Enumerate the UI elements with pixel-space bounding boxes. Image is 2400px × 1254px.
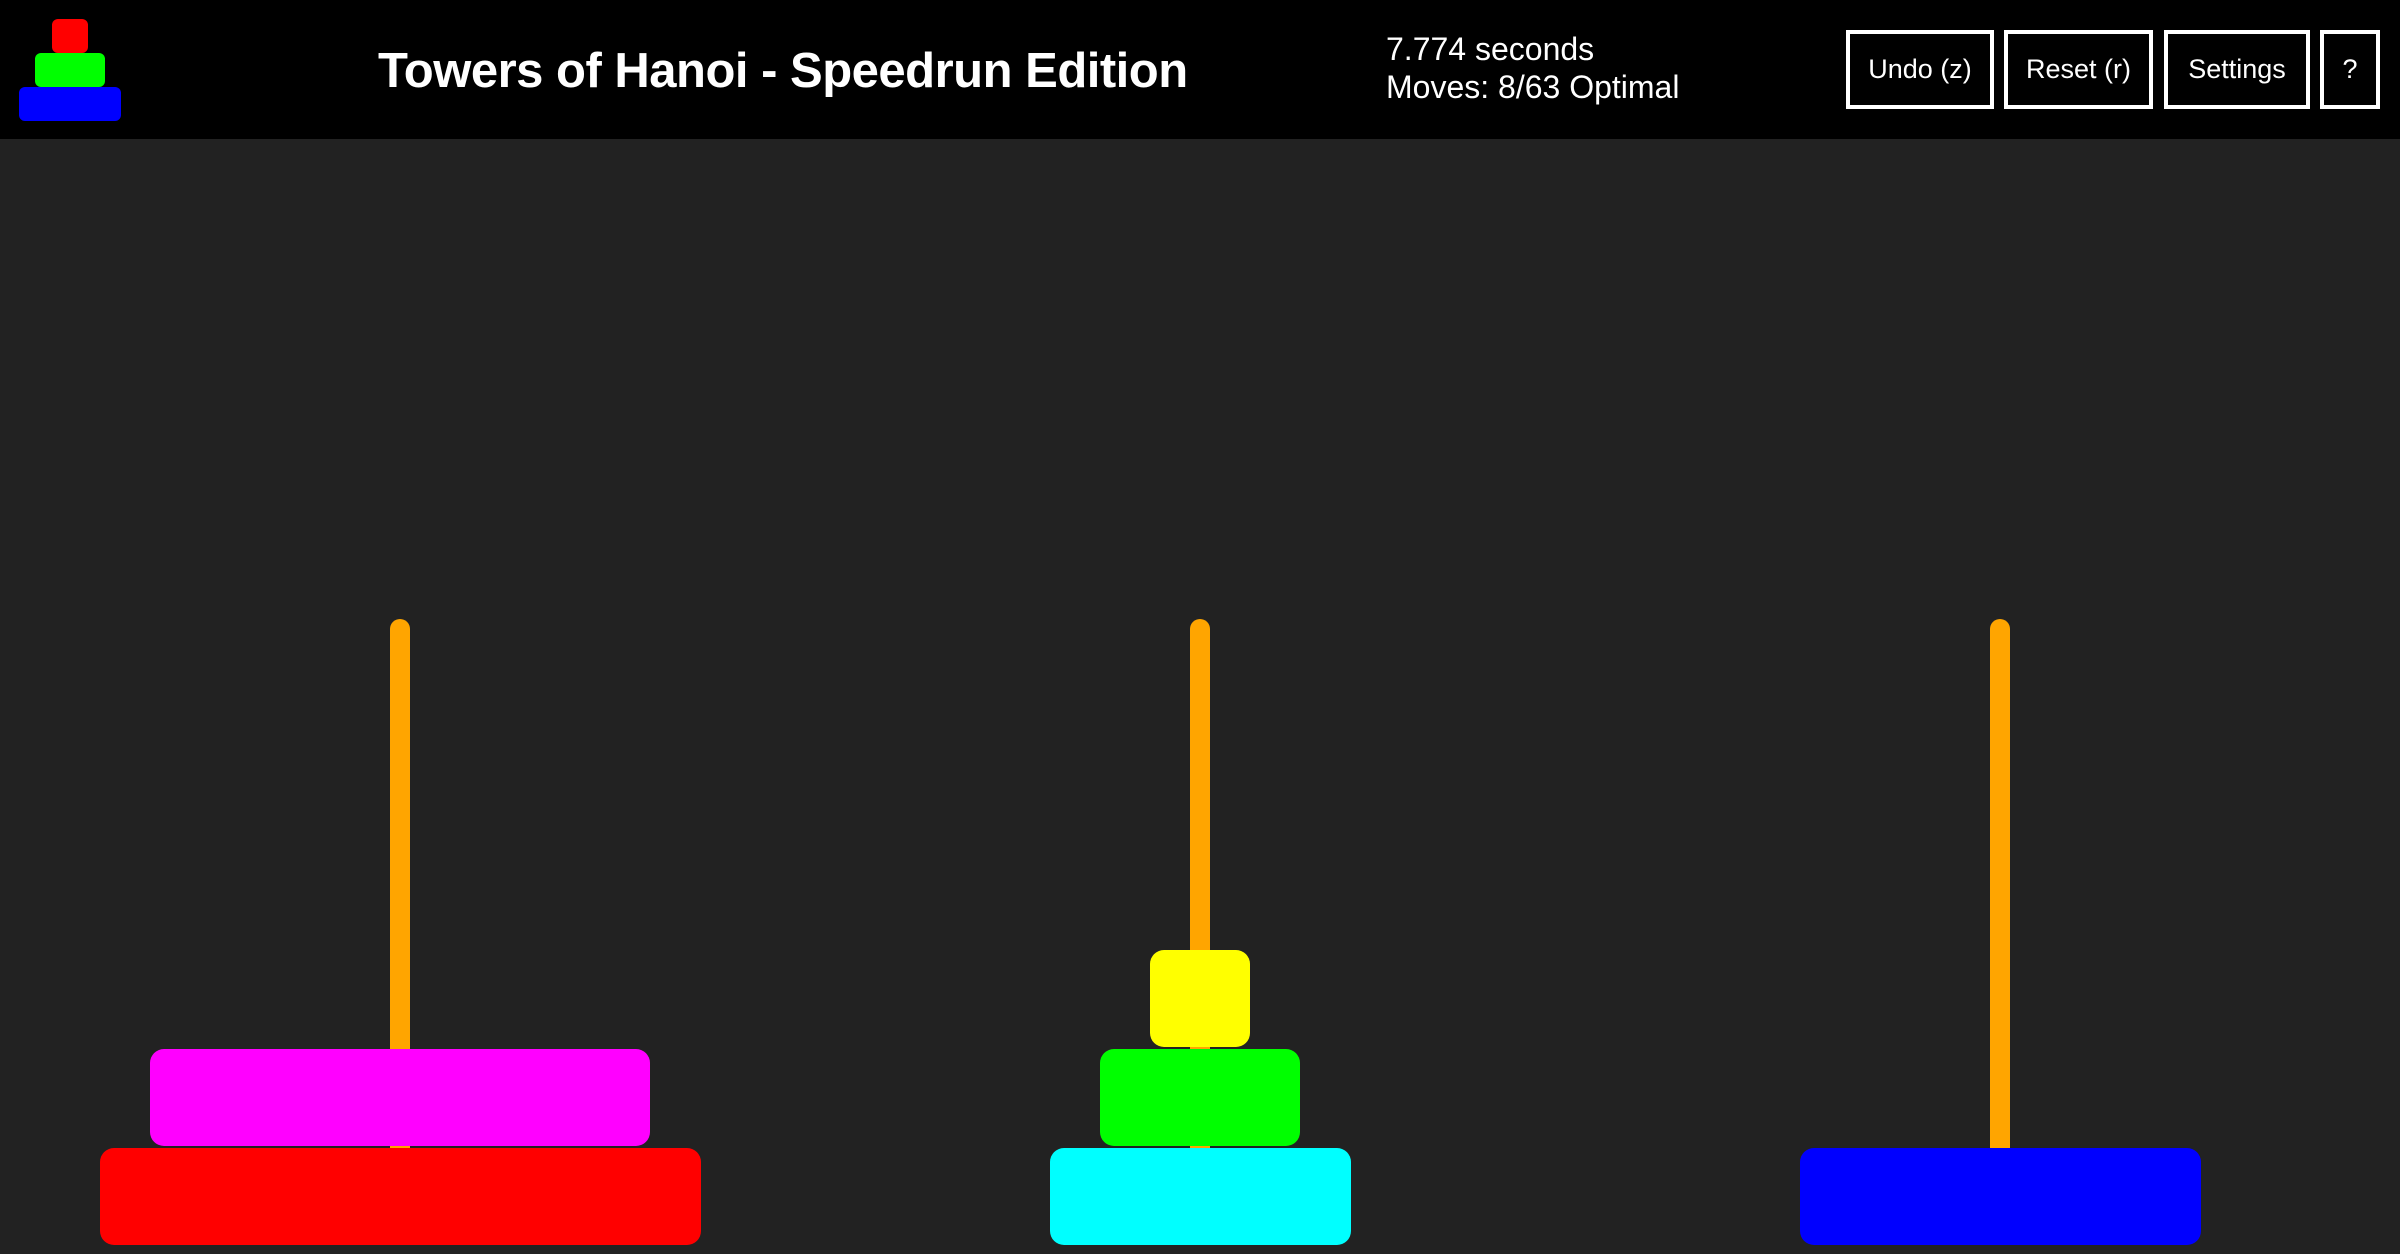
logo-block-middle [35,53,105,87]
peg-middle[interactable] [1190,619,1210,1239]
reset-button[interactable]: Reset (r) [2004,30,2153,109]
header-bar: Towers of Hanoi - Speedrun Edition 7.774… [0,0,2400,139]
disk-right-1[interactable] [1799,1148,2201,1245]
disk-middle-1[interactable] [1049,1148,1351,1245]
logo-block-bottom [19,87,121,121]
game-board[interactable] [0,139,2400,1254]
disk-left-2[interactable] [150,1049,650,1146]
undo-button[interactable]: Undo (z) [1846,30,1994,109]
peg-left[interactable] [390,619,410,1239]
peg-right[interactable] [1990,619,2010,1239]
logo-block-top [52,19,88,53]
help-button[interactable]: ? [2320,30,2380,109]
disk-middle-3[interactable] [1150,950,1250,1047]
stats-panel: 7.774 seconds Moves: 8/63 Optimal [1386,30,1679,106]
disk-left-1[interactable] [99,1148,701,1245]
page-title: Towers of Hanoi - Speedrun Edition [378,44,1188,98]
hanoi-logo-icon [18,18,122,122]
moves-counter: Moves: 8/63 Optimal [1386,69,1680,105]
timer-text: 7.774 seconds [1386,31,1595,67]
disk-middle-2[interactable] [1100,1049,1300,1146]
settings-button[interactable]: Settings [2164,30,2310,109]
